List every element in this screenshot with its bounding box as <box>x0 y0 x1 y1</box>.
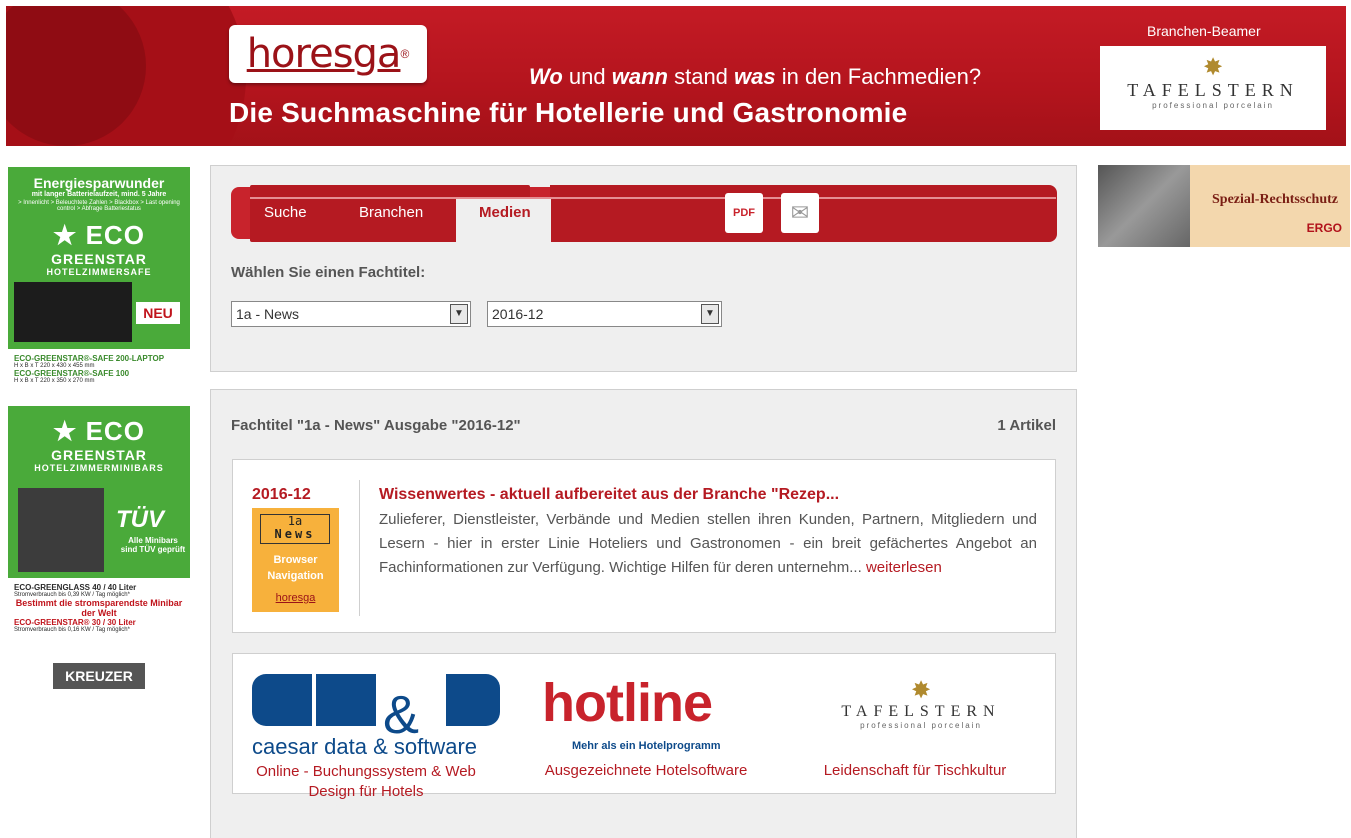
fachtitel-select[interactable]: 1a - News ▼ <box>231 301 471 327</box>
main-nav: Suche Branchen Medien PDF ✉ <box>231 185 1057 243</box>
ad-minibar-section: ★ ECO GREENSTAR HOTELZIMMERMINIBARS ECO-… <box>8 406 190 736</box>
tagline-main: Die Suchmaschine für Hotellerie und Gast… <box>229 97 908 128</box>
right-banner-ad[interactable]: Spezial-Rechtsschutz ERGO <box>1098 165 1350 247</box>
article-date: 2016-12 <box>252 486 311 503</box>
search-panel: Suche Branchen Medien PDF ✉ Wählen Sie e… <box>210 165 1077 372</box>
star-icon: ★ <box>53 416 78 446</box>
sponsors-box: & caesar data & software Online - Buchun… <box>232 653 1056 800</box>
ausgabe-select[interactable]: 2016-12 ▼ <box>487 301 722 327</box>
1a-news-logo: 1a News <box>260 514 330 544</box>
kreuzer-logo: KREUZER <box>53 663 145 689</box>
tuv-logo: TÜV <box>116 506 164 533</box>
chef-photo <box>1098 165 1190 247</box>
tagline-question: Wo und wann stand was in den Fachmedien? <box>529 64 982 89</box>
article-card: 2016-12 1a News Browser Navigation hores… <box>232 459 1056 633</box>
divider <box>359 480 360 616</box>
select-label: Wählen Sie einen Fachtitel: <box>231 264 426 281</box>
results-heading: Fachtitel "1a - News" Ausgabe "2016-12" <box>231 417 521 434</box>
hotline-tagline: Mehr als ein Hotelprogramm <box>572 740 721 752</box>
neu-badge: NEU <box>136 302 180 324</box>
star-icon: ✸ <box>1202 54 1224 81</box>
article-text: Zulieferer, Dienstleister, Verbände und … <box>379 511 1037 576</box>
results-panel: Fachtitel "1a - News" Ausgabe "2016-12" … <box>210 389 1077 838</box>
chevron-down-icon: ▼ <box>450 304 468 324</box>
sponsor-caption-tafelstern[interactable]: Leidenschaft für Tischkultur <box>799 762 1031 779</box>
article-thumbnail[interactable]: 1a News Browser Navigation horesga <box>252 508 339 612</box>
minibar-image <box>18 488 104 572</box>
tafelstern-logo[interactable]: ✸ TAFELSTERN professional porcelain <box>821 677 1021 731</box>
sponsor-caption-caesar[interactable]: Online - Buchungssystem & Web Design für… <box>252 762 480 802</box>
ad-title: Spezial-Rechtsschutz <box>1212 192 1338 207</box>
sponsor-caption-hotline[interactable]: Ausgezeichnete Hotelsoftware <box>530 762 762 779</box>
results-count: 1 Artikel <box>997 417 1056 434</box>
branchen-beamer-ad[interactable]: ✸ TAFELSTERN professional porcelain <box>1100 46 1326 130</box>
nav-tab-medien[interactable]: Medien <box>479 204 531 221</box>
tafelstern-logo: TAFELSTERN <box>1127 80 1299 100</box>
hotline-logo[interactable]: hotline <box>542 672 713 734</box>
article-title[interactable]: Wissenwertes - aktuell aufbereitet aus d… <box>379 486 839 504</box>
star-icon: ✸ <box>910 677 932 704</box>
mail-icon[interactable]: ✉ <box>781 193 819 233</box>
ergo-logo: ERGO <box>1306 221 1342 235</box>
eye-graphic <box>6 6 246 146</box>
chevron-down-icon: ▼ <box>701 304 719 324</box>
pdf-icon[interactable]: PDF <box>725 193 763 233</box>
safe-image <box>14 282 132 342</box>
logo-text[interactable]: horesga <box>247 31 402 77</box>
star-icon: ★ <box>53 220 78 250</box>
left-banner-ad[interactable]: Energiesparwunder mit langer Batterielau… <box>6 165 192 738</box>
horesga-link[interactable]: horesga <box>252 592 339 604</box>
horesga-logo[interactable]: horesga ® <box>229 25 427 83</box>
ad-safe-section: Energiesparwunder mit langer Batterielau… <box>8 167 190 402</box>
branchen-beamer-label: Branchen-Beamer <box>1147 23 1261 39</box>
nav-tab-suche[interactable]: Suche <box>264 204 307 221</box>
read-more-link[interactable]: weiterlesen <box>866 559 942 576</box>
caesar-name: caesar data & software <box>252 734 478 759</box>
nav-tab-branchen[interactable]: Branchen <box>359 204 423 221</box>
site-header: horesga ® Wo und wann stand was in den Fa… <box>6 6 1346 146</box>
